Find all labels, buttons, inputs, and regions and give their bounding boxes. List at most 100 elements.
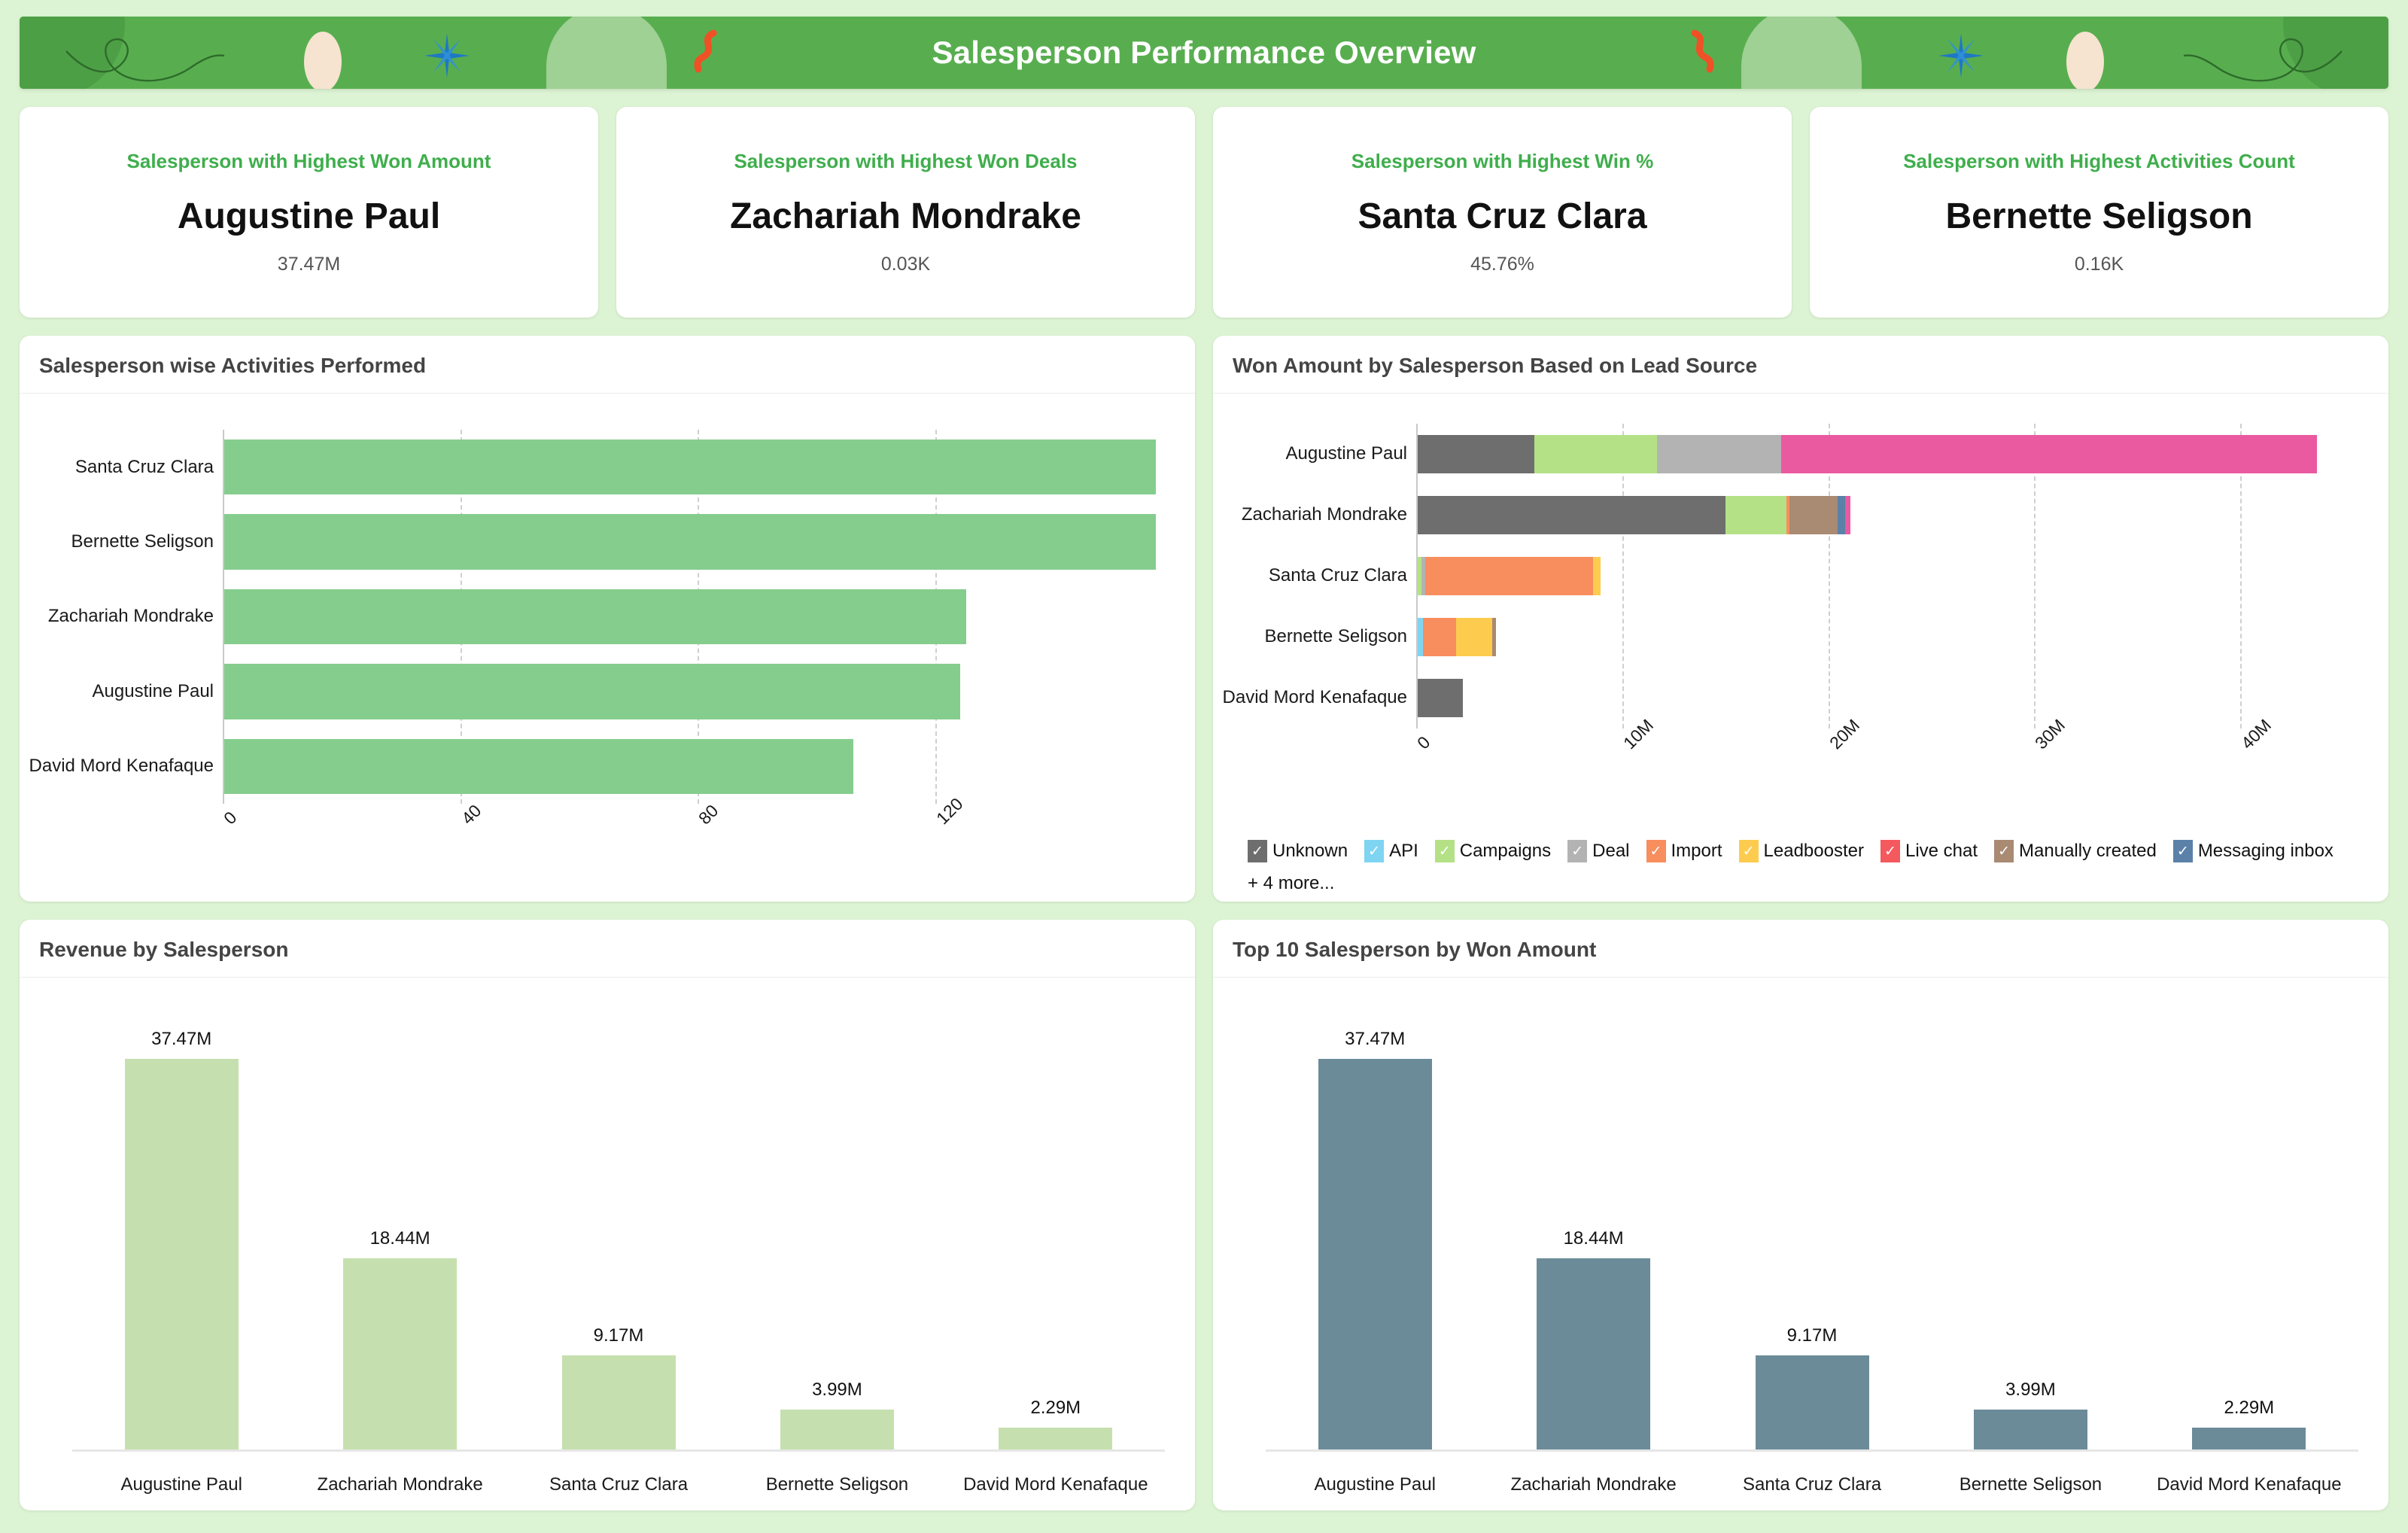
stacked-bar-segment[interactable]: [1418, 679, 1464, 717]
category-label: Zachariah Mondrake: [47, 606, 214, 627]
bar-value-label: 18.44M: [369, 1228, 430, 1249]
header-squiggle-right: [1691, 29, 1714, 73]
bar-column[interactable]: 2.29M: [947, 1008, 1165, 1452]
bar-row[interactable]: Bernette Seligson: [71, 514, 1174, 570]
legend-checkbox-icon[interactable]: ✓: [1994, 840, 2014, 862]
panel-body: 0 10M 20M 30M 40M Augustine Paul Zachariah Mon…: [1213, 394, 2388, 902]
top10-bar-chart[interactable]: 37.47M 18.44M 9.17M 3.99M 2.29M Augustine Pau…: [1266, 1008, 2358, 1510]
x-axis-tick-label: 20M: [1825, 715, 1863, 753]
legend-item[interactable]: ✓ Live chat: [1880, 840, 1978, 862]
plot-area: 37.47M 18.44M 9.17M 3.99M 2.29M: [72, 1008, 1165, 1452]
category-label: David Mord Kenafaque: [1222, 687, 1407, 708]
legend-checkbox-icon[interactable]: ✓: [1364, 840, 1385, 862]
lead-source-legend[interactable]: ✓ Unknown ✓ API ✓ Campaigns ✓ Deal ✓ Import ✓ Leadb…: [1248, 840, 2350, 862]
revenue-bar-chart[interactable]: 37.47M 18.44M 9.17M 3.99M 2.29M Augustine Pau…: [72, 1008, 1165, 1510]
bar-row[interactable]: Zachariah Mondrake: [1242, 496, 2345, 534]
legend-item[interactable]: ✓ Import: [1646, 840, 1722, 862]
bar-rect[interactable]: [1537, 1258, 1651, 1452]
bar-rect[interactable]: [1318, 1058, 1432, 1452]
legend-checkbox-icon[interactable]: ✓: [1880, 840, 1900, 862]
bar-column[interactable]: 18.44M: [1484, 1008, 1702, 1452]
bar-row[interactable]: Santa Cruz Clara: [1269, 557, 2345, 595]
legend-item[interactable]: ✓ Manually created: [1994, 840, 2157, 862]
bar-column[interactable]: 2.29M: [2140, 1008, 2358, 1452]
legend-more-link[interactable]: + 4 more...: [1248, 873, 1334, 894]
stacked-bar-segment[interactable]: [1838, 496, 1845, 534]
legend-item[interactable]: ✓ Unknown: [1248, 840, 1348, 862]
lead-source-stacked-bar-chart[interactable]: 0 10M 20M 30M 40M Augustine Paul Zachariah Mon…: [1213, 394, 2388, 902]
bar-row[interactable]: Augustine Paul: [93, 664, 1174, 719]
legend-item[interactable]: ✓ Deal: [1567, 840, 1630, 862]
header-corner-circle-right: [2283, 17, 2388, 89]
bar-fill[interactable]: [224, 439, 1157, 495]
legend-checkbox-icon[interactable]: ✓: [1248, 840, 1267, 862]
bar-rect[interactable]: [1755, 1355, 1869, 1452]
legend-label: Unknown: [1272, 841, 1348, 861]
kpi-card-highest-won-deals[interactable]: Salesperson with Highest Won Deals Zacha…: [616, 107, 1195, 318]
kpi-card-highest-win-percent[interactable]: Salesperson with Highest Win % Santa Cru…: [1213, 107, 1792, 318]
stacked-bar-segment[interactable]: [1844, 496, 1851, 534]
legend-checkbox-icon[interactable]: ✓: [1567, 840, 1588, 862]
legend-checkbox-icon[interactable]: ✓: [1646, 840, 1666, 862]
bar-row[interactable]: David Mord Kenafaque: [1223, 679, 2345, 717]
activities-bar-chart[interactable]: 0 40 80 120 Santa Cruz Clara Bernette Seligso…: [20, 394, 1195, 902]
bar-column[interactable]: 3.99M: [1921, 1008, 2139, 1452]
stacked-bar-segment[interactable]: [1418, 435, 1534, 473]
stacked-bar-segment[interactable]: [1424, 557, 1593, 595]
stacked-bar-segment[interactable]: [1781, 435, 2317, 473]
bar-rect[interactable]: [124, 1058, 239, 1452]
bar-rect[interactable]: [561, 1355, 676, 1452]
bar-column[interactable]: 18.44M: [290, 1008, 509, 1452]
kpi-label: Salesperson with Highest Activities Coun…: [1903, 149, 2295, 172]
bar-column[interactable]: 37.47M: [72, 1008, 290, 1452]
header-star-icon-right: [1938, 33, 1984, 78]
bar-value-label: 9.17M: [593, 1325, 644, 1346]
bar-rect[interactable]: [343, 1258, 458, 1452]
stacked-bar-segment[interactable]: [1789, 496, 1838, 534]
kpi-value-name: Santa Cruz Clara: [1358, 196, 1647, 236]
bar-row[interactable]: Bernette Seligson: [1265, 618, 2345, 656]
bar-row[interactable]: Zachariah Mondrake: [48, 589, 1174, 645]
legend-checkbox-icon[interactable]: ✓: [2172, 840, 2193, 862]
stacked-bar-segment[interactable]: [1456, 618, 1493, 656]
bar-row[interactable]: Augustine Paul: [1286, 435, 2345, 473]
category-label: Bernette Seligson: [1264, 626, 1407, 647]
legend-label: Live chat: [1905, 841, 1978, 861]
bar-fill[interactable]: [224, 664, 961, 719]
bar-fill[interactable]: [224, 738, 854, 795]
bar-rect[interactable]: [999, 1428, 1113, 1452]
bar-rect[interactable]: [1973, 1410, 2087, 1452]
stacked-bar-segment[interactable]: [1418, 496, 1726, 534]
bar-row[interactable]: Santa Cruz Clara: [75, 439, 1174, 495]
bar-rect[interactable]: [2192, 1428, 2306, 1452]
stacked-bar-segment[interactable]: [1418, 618, 1424, 656]
bar-column[interactable]: 3.99M: [728, 1008, 946, 1452]
bar-row[interactable]: David Mord Kenafaque: [29, 738, 1174, 795]
bar-column[interactable]: 37.47M: [1266, 1008, 1484, 1452]
bar-column[interactable]: 9.17M: [509, 1008, 728, 1452]
panel-lead-source: Won Amount by Salesperson Based on Lead …: [1213, 336, 2388, 902]
legend-checkbox-icon[interactable]: ✓: [1738, 840, 1759, 862]
kpi-card-highest-activities-count[interactable]: Salesperson with Highest Activities Coun…: [1810, 107, 2388, 318]
legend-item[interactable]: ✓ Campaigns: [1434, 840, 1551, 862]
legend-checkbox-icon[interactable]: ✓: [1434, 840, 1455, 862]
stacked-bar-segment[interactable]: [1592, 557, 1601, 595]
x-axis-tick-label: Augustine Paul: [1314, 1474, 1436, 1495]
kpi-card-highest-won-amount[interactable]: Salesperson with Highest Won Amount Augu…: [20, 107, 598, 318]
stacked-bar-segment[interactable]: [1534, 435, 1657, 473]
bar-rect[interactable]: [780, 1410, 894, 1452]
x-axis-tick-label: 0: [1413, 732, 1434, 753]
legend-item[interactable]: ✓ Leadbooster: [1738, 840, 1864, 862]
stacked-bar-segment[interactable]: [1423, 618, 1457, 656]
bar-column[interactable]: 9.17M: [1703, 1008, 1921, 1452]
bar-value-label: 37.47M: [1345, 1028, 1406, 1049]
header-squiggle-left: [694, 29, 717, 73]
legend-item[interactable]: ✓ API: [1364, 840, 1418, 862]
legend-item[interactable]: ✓ Messaging inbox: [2172, 840, 2334, 862]
stacked-bar-segment[interactable]: [1725, 496, 1787, 534]
bar-fill[interactable]: [224, 589, 966, 645]
stacked-bar-segment[interactable]: [1656, 435, 1782, 473]
panel-title: Top 10 Salesperson by Won Amount: [1233, 938, 1597, 961]
stacked-bar-segment[interactable]: [1492, 618, 1497, 656]
bar-fill[interactable]: [224, 514, 1157, 570]
